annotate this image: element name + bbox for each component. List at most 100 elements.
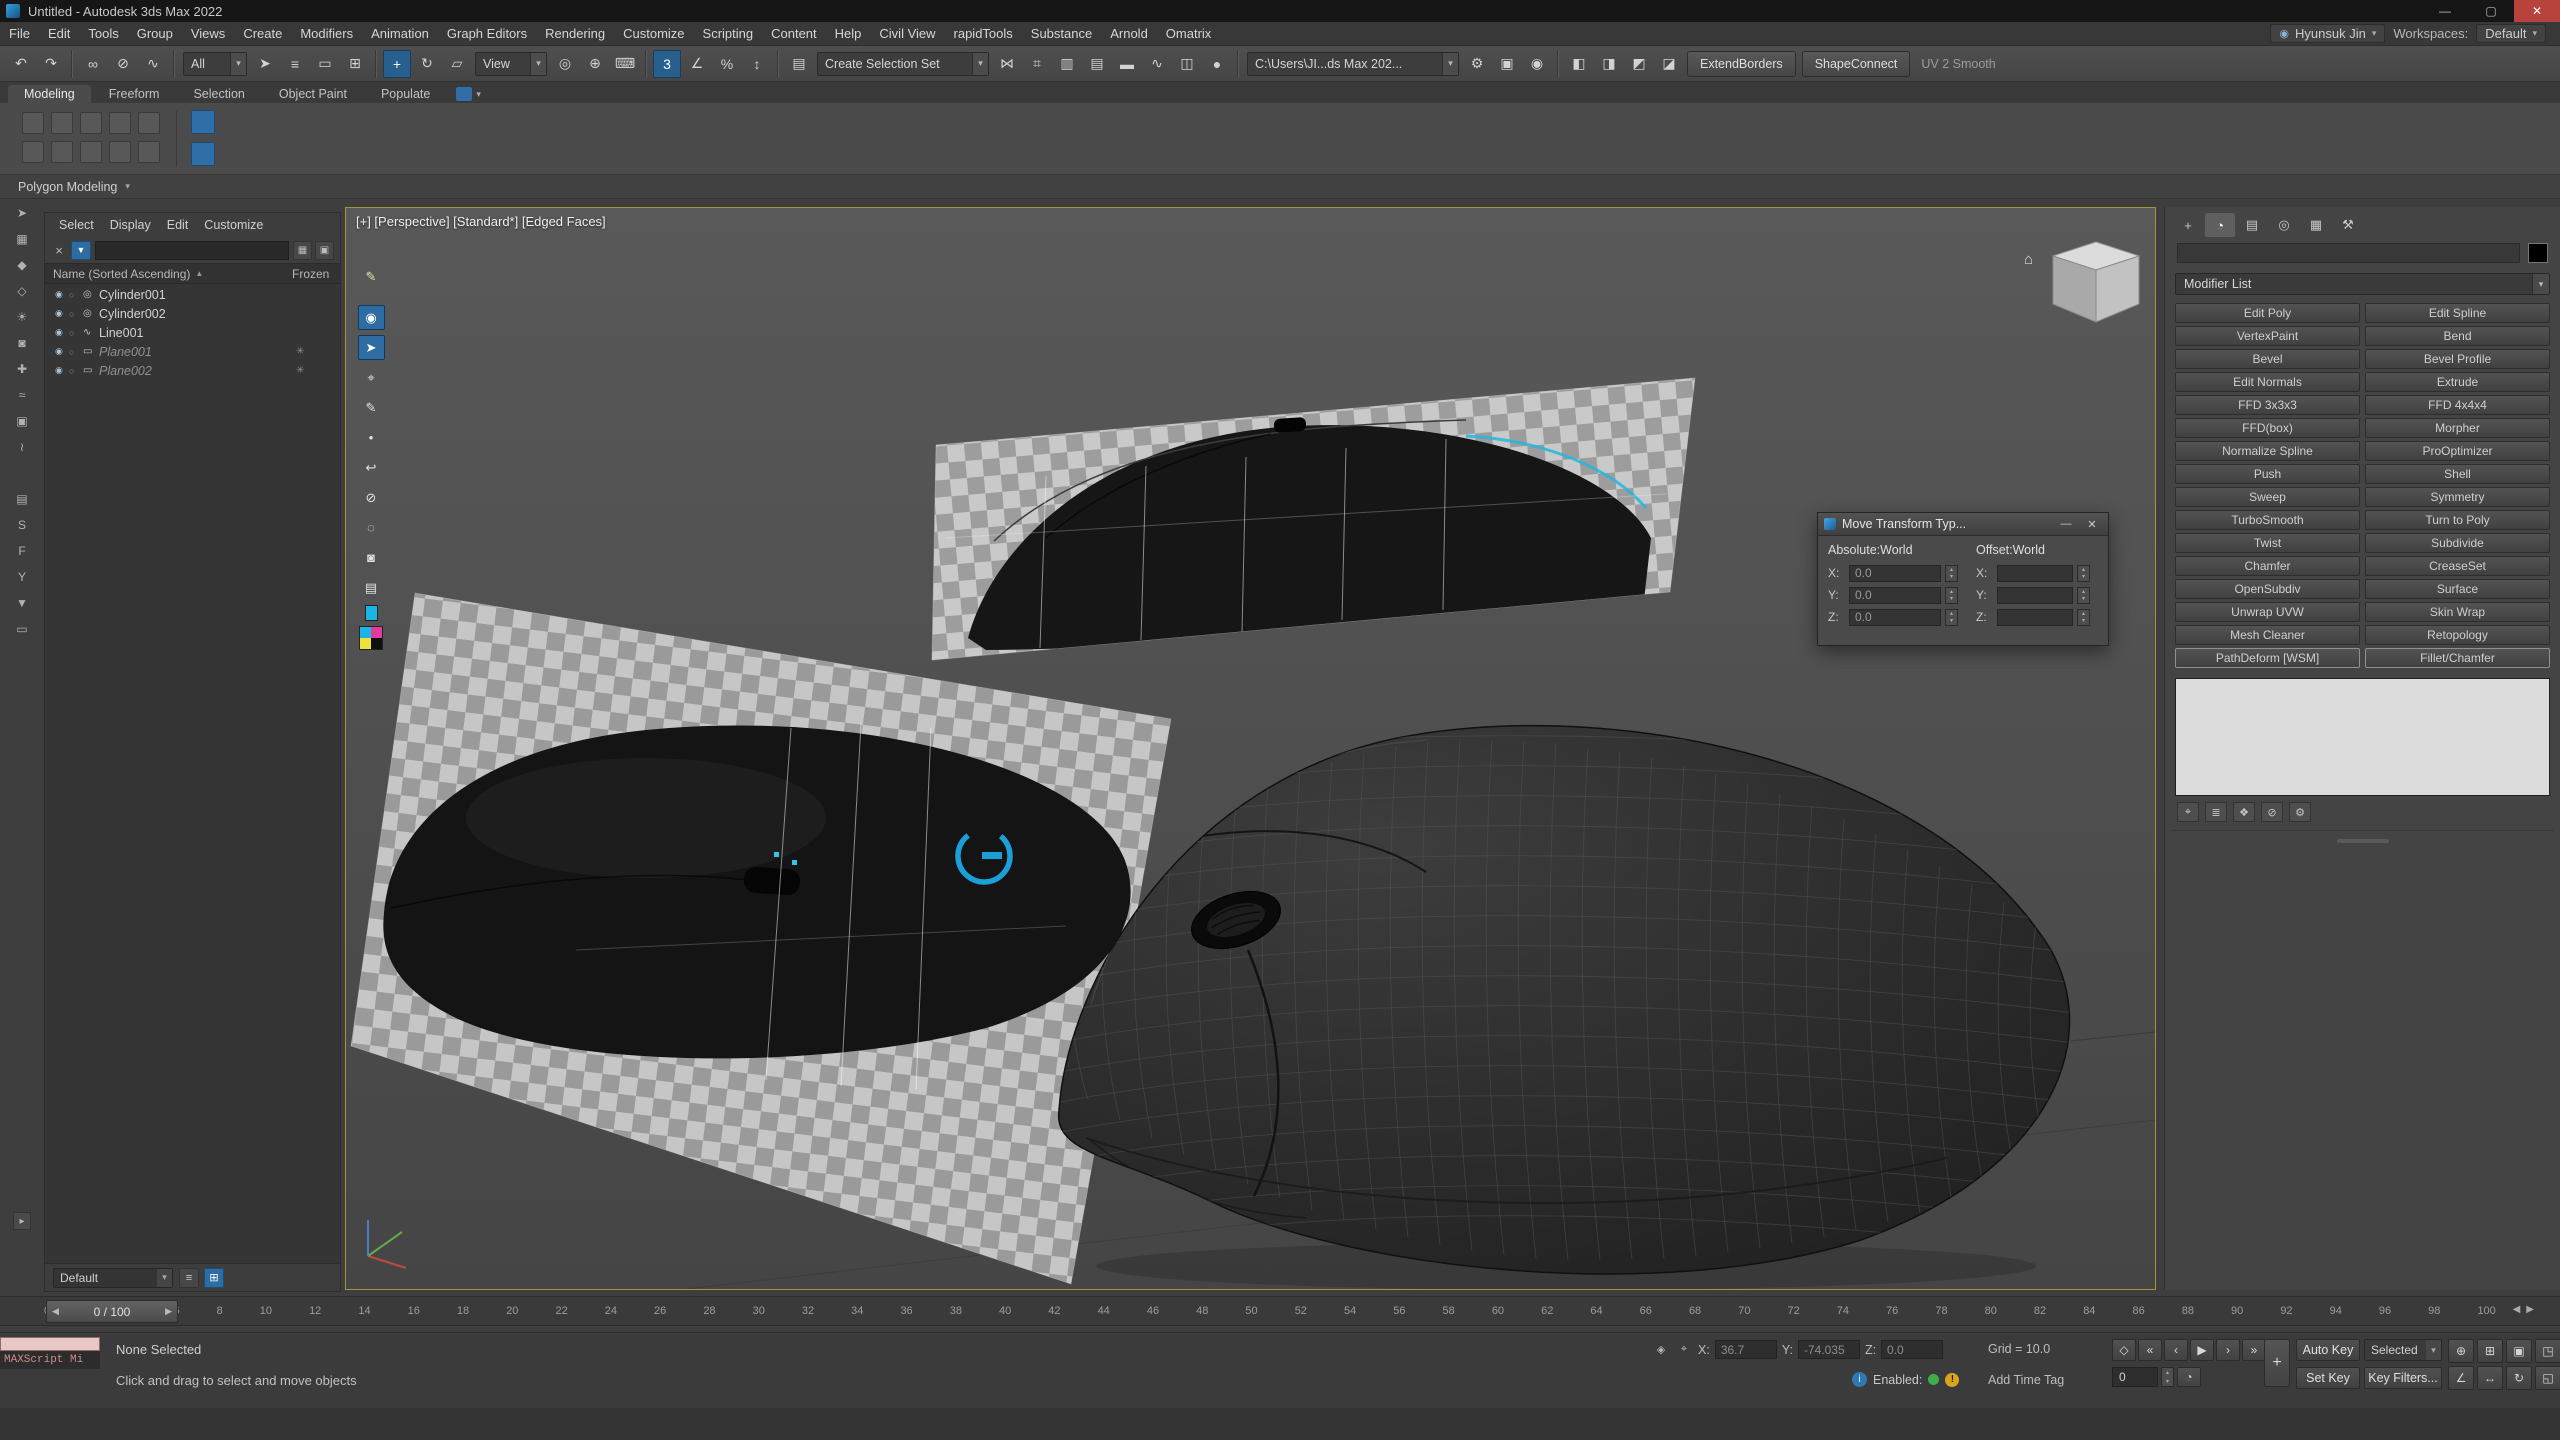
notification-icon[interactable]: i — [1852, 1372, 1867, 1387]
frame-tick[interactable]: 24 — [605, 1305, 617, 1317]
next-frame-icon[interactable]: › — [2216, 1339, 2240, 1361]
auto-key-button[interactable]: Auto Key — [2296, 1339, 2360, 1361]
edit-named-selection-sets-icon[interactable]: ▤ — [785, 50, 813, 78]
polygon-modeling-bar[interactable]: Polygon Modeling ▾ — [0, 175, 2560, 199]
display-shapes-icon[interactable]: ◇ — [10, 280, 34, 302]
object-color-swatch[interactable] — [2528, 243, 2548, 263]
render-toggle-icon[interactable]: ○ — [69, 290, 83, 300]
named-selection-sets-combo[interactable]: Create Selection Set▾ — [817, 52, 989, 76]
frame-tick[interactable]: 22 — [555, 1305, 567, 1317]
frame-tick[interactable]: 92 — [2280, 1305, 2292, 1317]
frame-tick[interactable]: 10 — [260, 1305, 272, 1317]
frame-tick[interactable]: 84 — [2083, 1305, 2095, 1317]
menu-civil-view[interactable]: Civil View — [870, 22, 944, 45]
coordinate-mode-icon[interactable]: ⌖ — [1675, 1341, 1693, 1359]
macro-icon-4[interactable]: ◪ — [1655, 50, 1683, 78]
add-time-tag-button[interactable]: Add Time Tag — [1988, 1373, 2064, 1387]
s-toggle-icon[interactable]: S — [10, 514, 34, 536]
frame-tick[interactable]: 96 — [2379, 1305, 2391, 1317]
y-spinner[interactable]: ▴▾ — [2077, 587, 2090, 604]
render-toggle-icon[interactable]: ○ — [69, 309, 83, 319]
maxscript-mini-listener[interactable]: MAXScript Mi — [0, 1337, 100, 1369]
menu-scripting[interactable]: Scripting — [694, 22, 763, 45]
perspective-viewport[interactable]: ⌂ [+] [Perspective] [Standard*] [Edged F… — [345, 207, 2156, 1290]
ribbon-tool-10[interactable] — [138, 141, 160, 163]
menu-modifiers[interactable]: Modifiers — [291, 22, 362, 45]
toggle-ribbon-icon[interactable]: ▬ — [1113, 50, 1141, 78]
modifier-button-symmetry[interactable]: Symmetry — [2365, 487, 2550, 507]
tab-display[interactable]: ▦ — [2301, 213, 2331, 237]
dialog-titlebar[interactable]: Move Transform Typ... — ✕ — [1818, 513, 2108, 536]
modifier-button-vertexpaint[interactable]: VertexPaint — [2175, 326, 2360, 346]
explorer-menu-display[interactable]: Display — [102, 218, 159, 232]
ribbon-blue-tool-1[interactable] — [191, 110, 215, 134]
frame-tick[interactable]: 30 — [753, 1305, 765, 1317]
modifier-button-bevel[interactable]: Bevel — [2175, 349, 2360, 369]
modifier-list-dropdown[interactable]: Modifier List ▾ — [2175, 273, 2550, 295]
panel-resize-handle[interactable] — [2337, 839, 2389, 843]
modifier-button-opensubdiv[interactable]: OpenSubdiv — [2175, 579, 2360, 599]
undo-icon[interactable]: ↶ — [7, 50, 35, 78]
frame-tick[interactable]: 40 — [999, 1305, 1011, 1317]
percent-snap-icon[interactable]: % — [713, 50, 741, 78]
tab-motion[interactable]: ◎ — [2269, 213, 2299, 237]
remove-modifier-icon[interactable]: ⊘ — [2261, 802, 2283, 822]
absolute-z-field[interactable]: 0.0 — [1849, 609, 1941, 626]
tab-selection[interactable]: Selection — [177, 85, 260, 103]
frame-tick[interactable]: 56 — [1393, 1305, 1405, 1317]
go-to-end-icon[interactable]: » — [2242, 1339, 2266, 1361]
explorer-menu-edit[interactable]: Edit — [159, 218, 197, 232]
menu-rendering[interactable]: Rendering — [536, 22, 614, 45]
grid-view-icon[interactable]: ⊞ — [204, 1268, 224, 1288]
menu-graph-editors[interactable]: Graph Editors — [438, 22, 536, 45]
snaps-toggle-icon[interactable]: 3 — [653, 50, 681, 78]
frame-tick[interactable]: 64 — [1590, 1305, 1602, 1317]
current-frame-field[interactable]: 0 — [2112, 1367, 2158, 1387]
z-coord-field[interactable]: 0.0 — [1881, 1340, 1943, 1359]
eye-icon[interactable]: ◉ — [55, 327, 69, 338]
clear-search-icon[interactable]: × — [51, 243, 67, 258]
frame-tick[interactable]: 66 — [1640, 1305, 1652, 1317]
frame-tick[interactable]: 16 — [408, 1305, 420, 1317]
modifier-button-mesh-cleaner[interactable]: Mesh Cleaner — [2175, 625, 2360, 645]
previous-frame-icon[interactable]: ‹ — [2164, 1339, 2188, 1361]
ribbon-tool-4[interactable] — [109, 112, 131, 134]
pencil-icon[interactable]: ✎ — [358, 395, 385, 420]
layer-toggle-icon[interactable]: ▤ — [10, 488, 34, 510]
frame-tick[interactable]: 8 — [217, 1305, 223, 1317]
macro-icon-2[interactable]: ◨ — [1595, 50, 1623, 78]
macro-icon-1[interactable]: ◧ — [1565, 50, 1593, 78]
dot-icon[interactable]: • — [358, 425, 385, 450]
eye-icon[interactable]: ◉ — [55, 365, 69, 376]
explorer-preset-dropdown[interactable]: Default ▾ — [53, 1268, 173, 1288]
modifier-button-edit-spline[interactable]: Edit Spline — [2365, 303, 2550, 323]
frame-tick[interactable]: 44 — [1098, 1305, 1110, 1317]
menu-content[interactable]: Content — [762, 22, 826, 45]
zoom-extents-icon[interactable]: ▣ — [2506, 1339, 2532, 1363]
modifier-button-ffd-3x3x3[interactable]: FFD 3x3x3 — [2175, 395, 2360, 415]
frame-tick[interactable]: 60 — [1492, 1305, 1504, 1317]
display-groups-icon[interactable]: ▣ — [10, 410, 34, 432]
listener-macro-pane[interactable] — [0, 1337, 100, 1351]
tab-utilities[interactable]: ⚒ — [2333, 213, 2363, 237]
bind-to-spacewarp-icon[interactable]: ∿ — [139, 50, 167, 78]
menu-substance[interactable]: Substance — [1022, 22, 1101, 45]
select-and-rotate-icon[interactable]: ↻ — [413, 50, 441, 78]
render-toggle-icon[interactable]: ○ — [69, 328, 83, 338]
frame-tick[interactable]: 62 — [1541, 1305, 1553, 1317]
modifier-button-bevel-profile[interactable]: Bevel Profile — [2365, 349, 2550, 369]
explorer-menu-select[interactable]: Select — [51, 218, 102, 232]
tab-populate[interactable]: Populate — [365, 85, 446, 103]
frame-tick[interactable]: 80 — [1985, 1305, 1997, 1317]
color-swatch-cmyk[interactable] — [359, 626, 383, 650]
keyboard-override-icon[interactable]: ⌨ — [611, 50, 639, 78]
tab-create[interactable]: + — [2173, 213, 2203, 237]
camera-icon[interactable]: ◙ — [358, 545, 385, 570]
shape-connect-button[interactable]: ShapeConnect — [1802, 51, 1911, 77]
pick-parent-icon[interactable]: ▣ — [315, 241, 334, 260]
modifier-stack[interactable] — [2175, 678, 2550, 796]
render-toggle-icon[interactable]: ○ — [69, 347, 83, 357]
ribbon-tool-6[interactable] — [22, 141, 44, 163]
frame-tick[interactable]: 94 — [2330, 1305, 2342, 1317]
zoom-icon[interactable]: ⊕ — [2448, 1339, 2474, 1363]
